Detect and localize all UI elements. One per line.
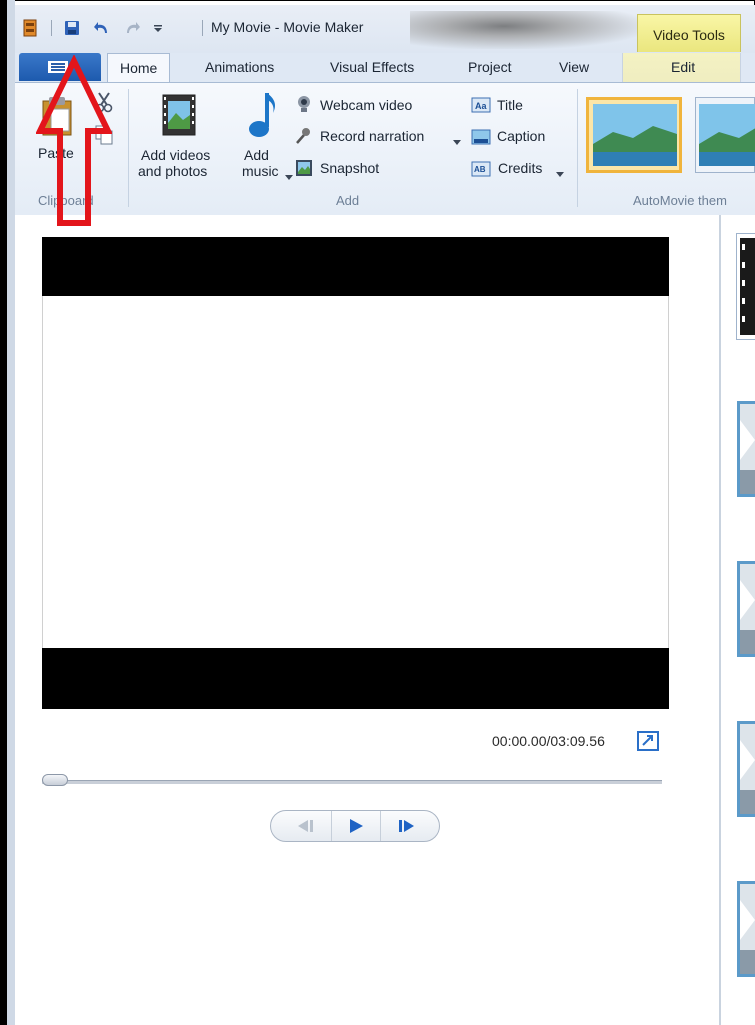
- annotation-arrow-icon: [35, 54, 113, 230]
- next-frame-icon: [399, 820, 414, 832]
- snapshot-label[interactable]: Snapshot: [320, 160, 379, 176]
- play-button[interactable]: [331, 811, 381, 841]
- redo-icon[interactable]: [123, 19, 141, 37]
- ribbon-separator: [128, 89, 129, 207]
- seek-bar-track[interactable]: [42, 780, 662, 784]
- undo-icon[interactable]: [93, 19, 111, 37]
- obscured-title-area: [410, 11, 645, 49]
- playback-controls: [270, 810, 440, 842]
- tab-edit[interactable]: Edit: [671, 59, 695, 75]
- save-icon[interactable]: [63, 19, 81, 37]
- letterbox-bottom: [42, 648, 669, 709]
- automovie-theme-2[interactable]: [695, 97, 755, 173]
- tab-home[interactable]: Home: [107, 53, 171, 83]
- caption-button-label[interactable]: Caption: [497, 128, 545, 144]
- fullscreen-preview-icon[interactable]: [637, 731, 659, 751]
- storyboard-clip-photo[interactable]: [736, 560, 755, 658]
- ribbon-tab-row: Home Animations Visual Effects Project V…: [15, 53, 755, 83]
- left-edge-panel: [7, 0, 15, 1025]
- storyboard-clip-photo[interactable]: [736, 400, 755, 498]
- video-preview-monitor[interactable]: [42, 237, 669, 709]
- left-border: [0, 0, 7, 1025]
- pane-splitter[interactable]: [719, 215, 721, 1025]
- tab-view[interactable]: View: [559, 59, 589, 75]
- playback-timecode: 00:00.00/03:09.56: [492, 733, 605, 749]
- title-button-label[interactable]: Title: [497, 97, 523, 113]
- svg-text:AB: AB: [474, 165, 486, 174]
- title-icon[interactable]: Aa: [471, 97, 491, 116]
- music-note-icon[interactable]: [247, 91, 279, 144]
- tab-visual-effects[interactable]: Visual Effects: [330, 59, 414, 75]
- add-videos-photos-icon[interactable]: [159, 93, 199, 140]
- svg-text:Aa: Aa: [475, 101, 487, 111]
- caption-icon[interactable]: [471, 129, 491, 148]
- add-videos-label-line1[interactable]: Add videos: [141, 147, 210, 163]
- customize-toolbar-chevron-icon[interactable]: [149, 19, 167, 37]
- title-bar: My Movie - Movie Maker Video Tools: [15, 5, 755, 53]
- video-tools-contextual-tab-group: Video Tools: [637, 14, 741, 52]
- storyboard-clip-photo[interactable]: [736, 880, 755, 978]
- webcam-video-label[interactable]: Webcam video: [320, 97, 412, 113]
- tab-project[interactable]: Project: [468, 59, 512, 75]
- automovie-theme-default[interactable]: [586, 97, 682, 173]
- previous-frame-icon: [298, 820, 313, 832]
- credits-button-label[interactable]: Credits: [498, 160, 542, 176]
- add-music-label-line2[interactable]: music: [242, 163, 279, 179]
- storyboard-clip-video[interactable]: [736, 233, 755, 340]
- window-title: My Movie - Movie Maker: [211, 19, 364, 35]
- microphone-icon[interactable]: [294, 127, 312, 148]
- ribbon-separator: [577, 89, 578, 207]
- next-frame-button[interactable]: [385, 815, 429, 837]
- tab-animations[interactable]: Animations: [205, 59, 274, 75]
- storyboard-clip-photo[interactable]: [736, 720, 755, 818]
- add-videos-label-line2[interactable]: and photos: [138, 163, 207, 179]
- record-narration-label[interactable]: Record narration: [320, 128, 424, 144]
- movie-maker-app-icon[interactable]: [21, 19, 39, 37]
- credits-dropdown-icon[interactable]: [556, 166, 564, 181]
- add-group-label: Add: [336, 193, 360, 208]
- webcam-icon[interactable]: [295, 95, 313, 116]
- automovie-themes-group-label: AutoMovie them: [633, 193, 727, 208]
- record-narration-dropdown-icon[interactable]: [453, 134, 461, 149]
- play-icon: [350, 819, 363, 833]
- add-music-dropdown-icon[interactable]: [285, 169, 293, 184]
- credits-icon[interactable]: AB: [471, 161, 491, 180]
- add-music-label-line1[interactable]: Add: [244, 147, 269, 163]
- previous-frame-button[interactable]: [285, 815, 325, 837]
- letterbox-top: [42, 237, 669, 296]
- snapshot-icon[interactable]: [295, 159, 313, 180]
- seek-bar-thumb[interactable]: [42, 774, 68, 786]
- ribbon-home: Paste Clipboard Add videos and photos Ad…: [15, 82, 755, 216]
